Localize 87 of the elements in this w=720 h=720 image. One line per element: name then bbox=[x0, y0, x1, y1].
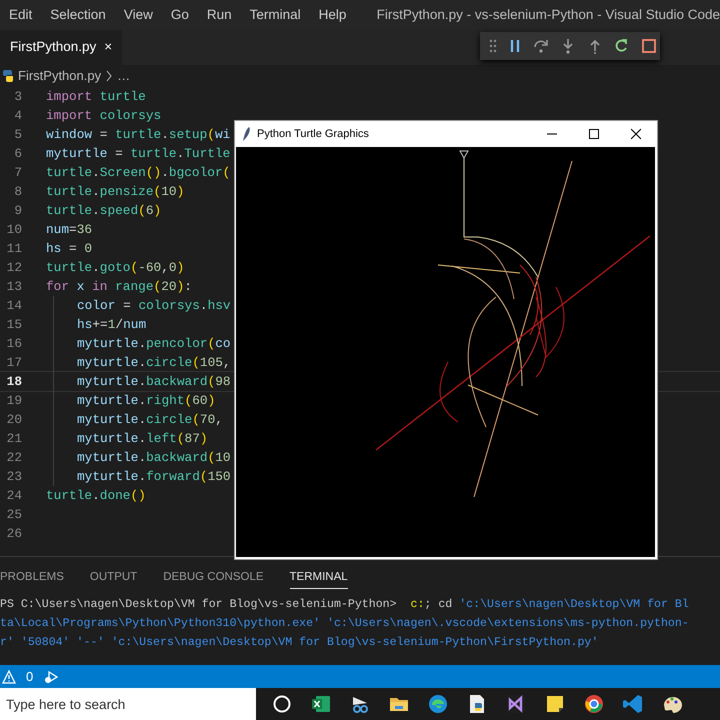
code-line: myturtle.forward(150 bbox=[77, 468, 231, 486]
debug-icon[interactable] bbox=[43, 668, 60, 684]
line-number: 21 bbox=[6, 430, 22, 448]
line-number: 26 bbox=[6, 525, 22, 543]
terminal-line: PS C:\Users\nagen\Desktop\VM for Blog\vs-selenium-Python> c:; cd 'c:\Users\nagen\Desktop\VM for Bl bbox=[0, 597, 690, 613]
breadcrumb-item[interactable]: … bbox=[117, 66, 130, 86]
sticky-note-icon[interactable] bbox=[544, 693, 566, 715]
line-number: 10 bbox=[6, 221, 22, 239]
code-line: myturtle = turtle.Turtle bbox=[46, 145, 230, 163]
stop-icon[interactable] bbox=[641, 38, 657, 54]
line-number: 14 bbox=[6, 297, 22, 315]
code-line: myturtle.circle(70, bbox=[77, 411, 223, 429]
line-number: 22 bbox=[6, 449, 22, 467]
turtle-window-title: Python Turtle Graphics bbox=[257, 126, 369, 142]
editor-tab[interactable]: FirstPython.py × bbox=[0, 30, 122, 65]
code-line: import colorsys bbox=[46, 107, 162, 125]
line-number: 8 bbox=[13, 183, 22, 201]
line-number: 11 bbox=[6, 240, 22, 258]
line-number: 13 bbox=[6, 278, 22, 296]
search-field[interactable]: Type here to search bbox=[0, 688, 256, 720]
drag-handle-icon[interactable] bbox=[489, 38, 497, 54]
line-number: 9 bbox=[13, 202, 22, 220]
code-line: turtle.speed(6) bbox=[46, 202, 162, 220]
close-button[interactable] bbox=[631, 128, 641, 140]
line-number: 23 bbox=[6, 468, 22, 486]
panel-tab[interactable]: OUTPUT bbox=[90, 566, 138, 590]
browser-icon[interactable] bbox=[583, 693, 605, 715]
problems-count[interactable]: 0 bbox=[26, 666, 34, 686]
menu-item[interactable]: Go bbox=[162, 4, 198, 26]
code-line: turtle.done() bbox=[46, 487, 146, 505]
terminal-line: ta\Local\Programs\Python\Python310\python.exe' 'c:\Users\nagen\.vscode\extensions\ms-python.python- bbox=[0, 616, 690, 632]
browser-icon[interactable] bbox=[427, 693, 449, 715]
code-line: window = turtle.setup(wi bbox=[46, 126, 230, 144]
code-line: turtle.goto(-60,0) bbox=[46, 259, 184, 277]
menu-item[interactable]: Terminal bbox=[240, 4, 310, 26]
pause-icon[interactable] bbox=[508, 38, 522, 54]
code-line: for x in range(20): bbox=[46, 278, 192, 296]
line-number: 20 bbox=[6, 411, 22, 429]
code-line: myturtle.backward(10 bbox=[77, 449, 231, 467]
panel-tab[interactable]: DEBUG CONSOLE bbox=[163, 566, 264, 590]
close-button[interactable]: × bbox=[104, 37, 112, 58]
warning-icon[interactable] bbox=[2, 670, 16, 684]
code-line: myturtle.backward(98 bbox=[77, 373, 231, 391]
panel-tab[interactable]: PROBLEMS bbox=[0, 566, 64, 590]
restart-icon[interactable] bbox=[614, 38, 630, 54]
line-number: 16 bbox=[6, 335, 22, 353]
panel-tab[interactable]: TERMINAL bbox=[290, 566, 348, 590]
step-over-icon[interactable] bbox=[533, 38, 549, 54]
code-line: myturtle.pencolor(co bbox=[77, 335, 231, 353]
line-number: 7 bbox=[13, 164, 22, 182]
menu-item[interactable]: Help bbox=[310, 4, 356, 26]
menu-item[interactable]: Run bbox=[198, 4, 241, 26]
menu-item[interactable]: Selection bbox=[41, 4, 115, 26]
python-file-icon bbox=[2, 68, 14, 83]
line-number: 17 bbox=[6, 354, 22, 372]
code-line: hs+=1/num bbox=[77, 316, 146, 334]
maximize-button[interactable] bbox=[589, 128, 599, 140]
line-number: 15 bbox=[6, 316, 22, 334]
line-number: 19 bbox=[6, 392, 22, 410]
menu-item[interactable]: Edit bbox=[0, 4, 42, 26]
line-number: 3 bbox=[13, 88, 22, 106]
breadcrumb-item[interactable]: FirstPython.py bbox=[18, 66, 102, 86]
code-editor-icon[interactable] bbox=[622, 693, 644, 715]
code-line: import turtle bbox=[46, 88, 146, 106]
line-number: 12 bbox=[6, 259, 22, 277]
line-number: 6 bbox=[13, 145, 22, 163]
tab-label: FirstPython.py bbox=[10, 38, 96, 56]
spreadsheet-icon[interactable] bbox=[310, 693, 332, 715]
code-line: turtle.pensize(10) bbox=[46, 183, 184, 201]
chevron-icon bbox=[105, 70, 114, 82]
code-line: myturtle.right(60) bbox=[77, 392, 216, 410]
line-number: 18 bbox=[6, 373, 22, 391]
line-number: 25 bbox=[6, 506, 22, 524]
line-number: 4 bbox=[13, 107, 22, 125]
terminal-line: r' '50804' '--' 'c:\Users\nagen\Desktop\VM for Blog\vs-selenium-Python\FirstPython.py' bbox=[0, 635, 600, 651]
code-line: myturtle.circle(105, bbox=[77, 354, 231, 372]
code-line: num=36 bbox=[46, 221, 92, 239]
code-line: myturtle.left(87) bbox=[77, 430, 208, 448]
code-line: turtle.Screen().bgcolor( bbox=[46, 164, 230, 182]
feather-icon bbox=[241, 126, 251, 142]
circle-icon[interactable] bbox=[271, 693, 293, 715]
code-line: hs = 0 bbox=[46, 240, 92, 258]
line-number: 5 bbox=[13, 126, 22, 144]
menu-item[interactable]: View bbox=[114, 4, 162, 26]
window-title: FirstPython.py - vs-selenium-Python - Visual Studio Code bbox=[376, 6, 720, 24]
line-number: 24 bbox=[6, 487, 22, 505]
code-line: color = colorsys.hsv bbox=[77, 297, 231, 315]
